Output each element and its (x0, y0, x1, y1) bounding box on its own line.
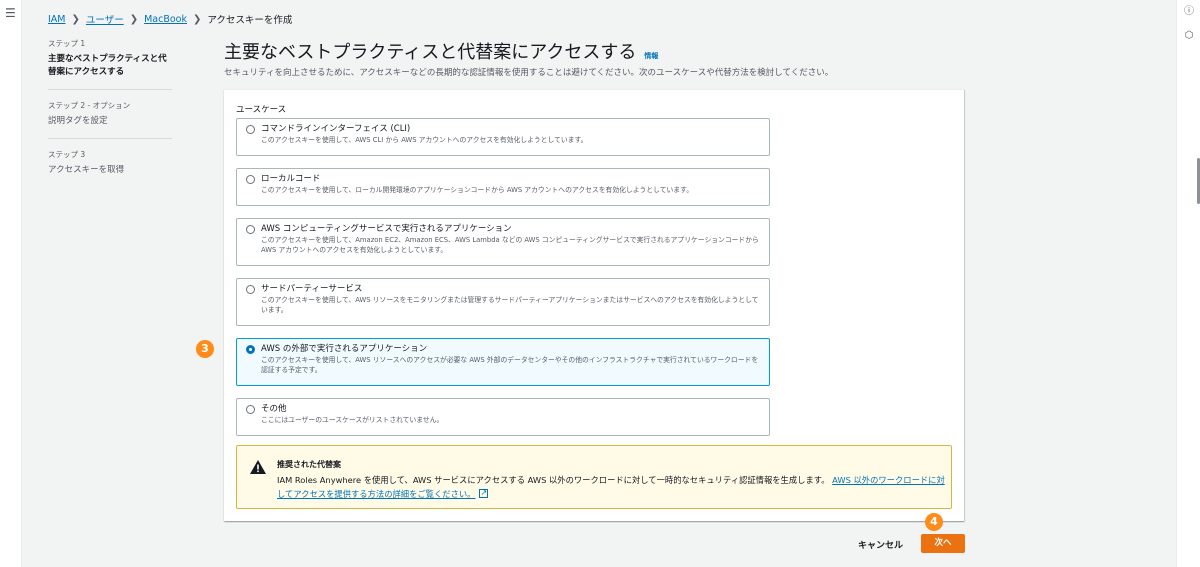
radio-button[interactable] (246, 285, 255, 294)
chevron-right-icon: ❯ (71, 13, 80, 25)
breadcrumb-current: アクセスキーを作成 (207, 15, 293, 26)
option-description: このアクセスキーを使用して、ローカル開発環境のアプリケーションコードから AWS… (261, 186, 693, 194)
option-title: AWS の外部で実行されるアプリケーション (261, 344, 428, 354)
chevron-right-icon: ❯ (192, 13, 202, 25)
alert-body-text: IAM Roles Anywhere を使用して、AWS サービスにアクセスする… (277, 475, 830, 485)
step-number: ステップ 3 (48, 150, 86, 159)
page-title: 主要なベストプラクティスと代替案にアクセスする (224, 42, 637, 63)
next-button[interactable]: 次へ (921, 534, 965, 553)
breadcrumb-user-macbook[interactable]: MacBook (144, 14, 187, 25)
wizard-steps: ステップ 1 主要なベストプラクティスと代替案にアクセスする ステップ 2 - … (48, 38, 172, 197)
radio-button[interactable] (246, 405, 255, 414)
step-title: アクセスキーを取得 (48, 165, 125, 175)
breadcrumb: IAM ❯ ユーザー ❯ MacBook ❯ アクセスキーを作成 (48, 12, 293, 27)
hamburger-icon[interactable]: ☰ (5, 6, 16, 20)
radio-button[interactable] (246, 125, 255, 134)
step-title: 説明タグを設定 (48, 116, 108, 126)
option-title: サードパーティーサービス (261, 284, 363, 294)
recommendation-alert: 推奨された代替案 IAM Roles Anywhere を使用して、AWS サー… (236, 445, 952, 509)
usecase-option-other[interactable]: その他 ここにはユーザーのユースケースがリストされていません。 (236, 398, 770, 436)
page-description: セキュリティを向上させるために、アクセスキーなどの長期的な認証情報を使用すること… (224, 68, 834, 78)
option-description: このアクセスキーを使用して、AWS リソースをモニタリングまたは管理するサードパ… (261, 296, 759, 314)
option-description: ここにはユーザーのユースケースがリストされていません。 (261, 416, 444, 424)
wizard-step-1: ステップ 1 主要なベストプラクティスと代替案にアクセスする (48, 38, 172, 90)
wizard-step-2: ステップ 2 - オプション 説明タグを設定 (48, 100, 172, 139)
radio-button[interactable] (246, 175, 255, 184)
option-description: このアクセスキーを使用して、AWS リソースへのアクセスが必要な AWS 外部の… (261, 356, 759, 374)
page-header: 主要なベストプラクティスと代替案にアクセスする 情報 (224, 38, 658, 64)
usecase-option-third-party[interactable]: サードパーティーサービス このアクセスキーを使用して、AWS リソースをモニタリ… (236, 278, 770, 326)
step-badge-4: 4 (925, 513, 943, 531)
option-description: このアクセスキーを使用して、Amazon EC2、Amazon ECS、AWS … (261, 236, 759, 254)
option-title: コマンドラインインターフェイス (CLI) (261, 124, 411, 134)
cancel-button[interactable]: キャンセル (850, 535, 911, 554)
wizard-step-3: ステップ 3 アクセスキーを取得 (48, 149, 172, 187)
usecase-card: ユースケース コマンドラインインターフェイス (CLI) このアクセスキーを使用… (224, 89, 964, 521)
info-link[interactable]: 情報 (644, 51, 658, 61)
right-utility-rail: ⓘ ⬡ (1176, 0, 1200, 567)
breadcrumb-iam[interactable]: IAM (48, 14, 66, 25)
option-description: このアクセスキーを使用して、AWS CLI から AWS アカウントへのアクセス… (261, 136, 588, 144)
option-title: その他 (261, 404, 287, 414)
usecase-option-aws-compute[interactable]: AWS コンピューティングサービスで実行されるアプリケーション このアクセスキー… (236, 218, 770, 266)
breadcrumb-users[interactable]: ユーザー (86, 12, 124, 26)
usecase-option-cli[interactable]: コマンドラインインターフェイス (CLI) このアクセスキーを使用して、AWS … (236, 118, 770, 156)
warning-icon (250, 460, 266, 474)
usecase-option-local-code[interactable]: ローカルコード このアクセスキーを使用して、ローカル開発環境のアプリケーションコ… (236, 168, 770, 206)
left-nav-rail: ☰ (0, 0, 22, 567)
option-title: AWS コンピューティングサービスで実行されるアプリケーション (261, 224, 512, 234)
step-number: ステップ 2 - オプション (48, 101, 131, 110)
radio-button[interactable] (246, 225, 255, 234)
alert-body: IAM Roles Anywhere を使用して、AWS サービスにアクセスする… (277, 473, 945, 501)
external-link-icon[interactable] (479, 486, 489, 500)
alert-title: 推奨された代替案 (277, 460, 341, 469)
usecase-option-outside-aws[interactable]: AWS の外部で実行されるアプリケーション このアクセスキーを使用して、AWS … (236, 338, 770, 386)
info-circle-icon[interactable]: ⓘ (1183, 6, 1195, 18)
step-number: ステップ 1 (48, 39, 86, 48)
option-title: ローカルコード (261, 174, 321, 184)
chevron-right-icon: ❯ (129, 13, 139, 25)
settings-hexagon-icon[interactable]: ⬡ (1183, 30, 1195, 42)
usecase-label: ユースケース (236, 105, 287, 115)
radio-button-selected[interactable] (246, 345, 255, 354)
step-title: 主要なベストプラクティスと代替案にアクセスする (48, 54, 167, 77)
step-badge-3: 3 (196, 340, 214, 358)
